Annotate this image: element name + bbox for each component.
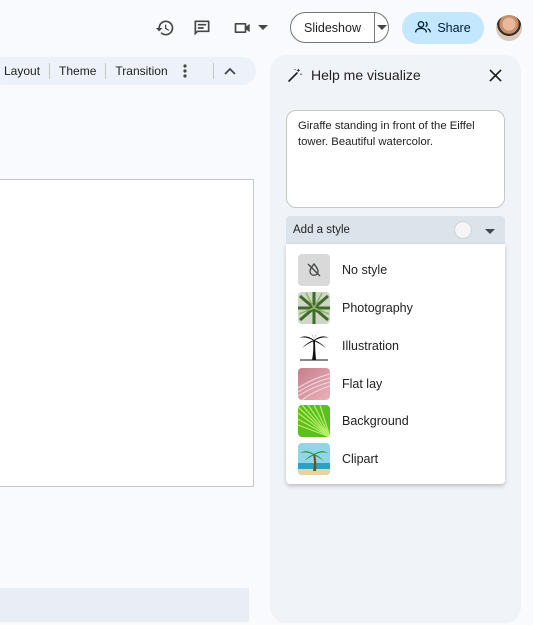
collapse-chevron-icon[interactable] [224,67,236,75]
style-option-clipart[interactable]: Clipart [298,443,378,475]
panel-title: Help me visualize [311,67,421,83]
more-vert-icon[interactable] [183,64,187,78]
flat-lay-thumbnail [298,368,330,400]
style-option-illustration[interactable]: Illustration [298,330,399,362]
share-people-icon [415,20,432,37]
share-button[interactable]: Share [402,12,484,44]
style-option-label: Flat lay [342,377,383,391]
photography-thumbnail [298,292,330,324]
history-icon[interactable] [149,12,181,44]
clipart-thumbnail [298,443,330,475]
style-dropdown[interactable]: Add a style [286,216,505,244]
menu-layout[interactable]: Layout [0,64,49,78]
menu-transition[interactable]: Transition [106,64,176,78]
style-option-no-style[interactable]: No style [298,254,387,286]
style-options-menu: No style Photography Illustration Flat l… [286,244,505,484]
magic-wand-icon [287,67,303,88]
avatar[interactable] [496,15,522,41]
menu-toolbar: Layout Theme Transition [0,57,256,85]
style-option-label: No style [342,263,388,277]
no-style-icon [298,254,330,286]
style-dropdown-label: Add a style [293,224,350,236]
chevron-down-icon[interactable] [250,12,276,44]
dropdown-arrow-icon [485,226,495,238]
style-option-label: Illustration [342,339,399,353]
slideshow-label: Slideshow [304,20,361,35]
share-label: Share [437,21,471,35]
style-option-label: Photography [342,301,413,315]
style-option-background[interactable]: Background [298,405,409,437]
slideshow-dropdown-icon[interactable] [375,24,388,31]
speaker-notes-area[interactable] [0,588,249,622]
prompt-input[interactable]: Giraffe standing in front of the Eiffel … [286,110,505,208]
menu-theme[interactable]: Theme [50,64,105,78]
style-option-flat-lay[interactable]: Flat lay [298,368,382,400]
slideshow-button[interactable]: Slideshow [290,12,389,43]
cursor-indicator [454,221,472,239]
comment-icon[interactable] [186,12,218,44]
illustration-thumbnail [298,330,330,362]
style-option-label: Clipart [342,452,379,466]
slide-canvas[interactable] [0,179,254,487]
background-thumbnail [298,405,330,437]
close-icon[interactable] [486,66,504,84]
divider [212,63,214,79]
top-bar: Slideshow Share [0,0,533,56]
style-option-label: Background [342,414,409,428]
style-option-photography[interactable]: Photography [298,292,413,324]
